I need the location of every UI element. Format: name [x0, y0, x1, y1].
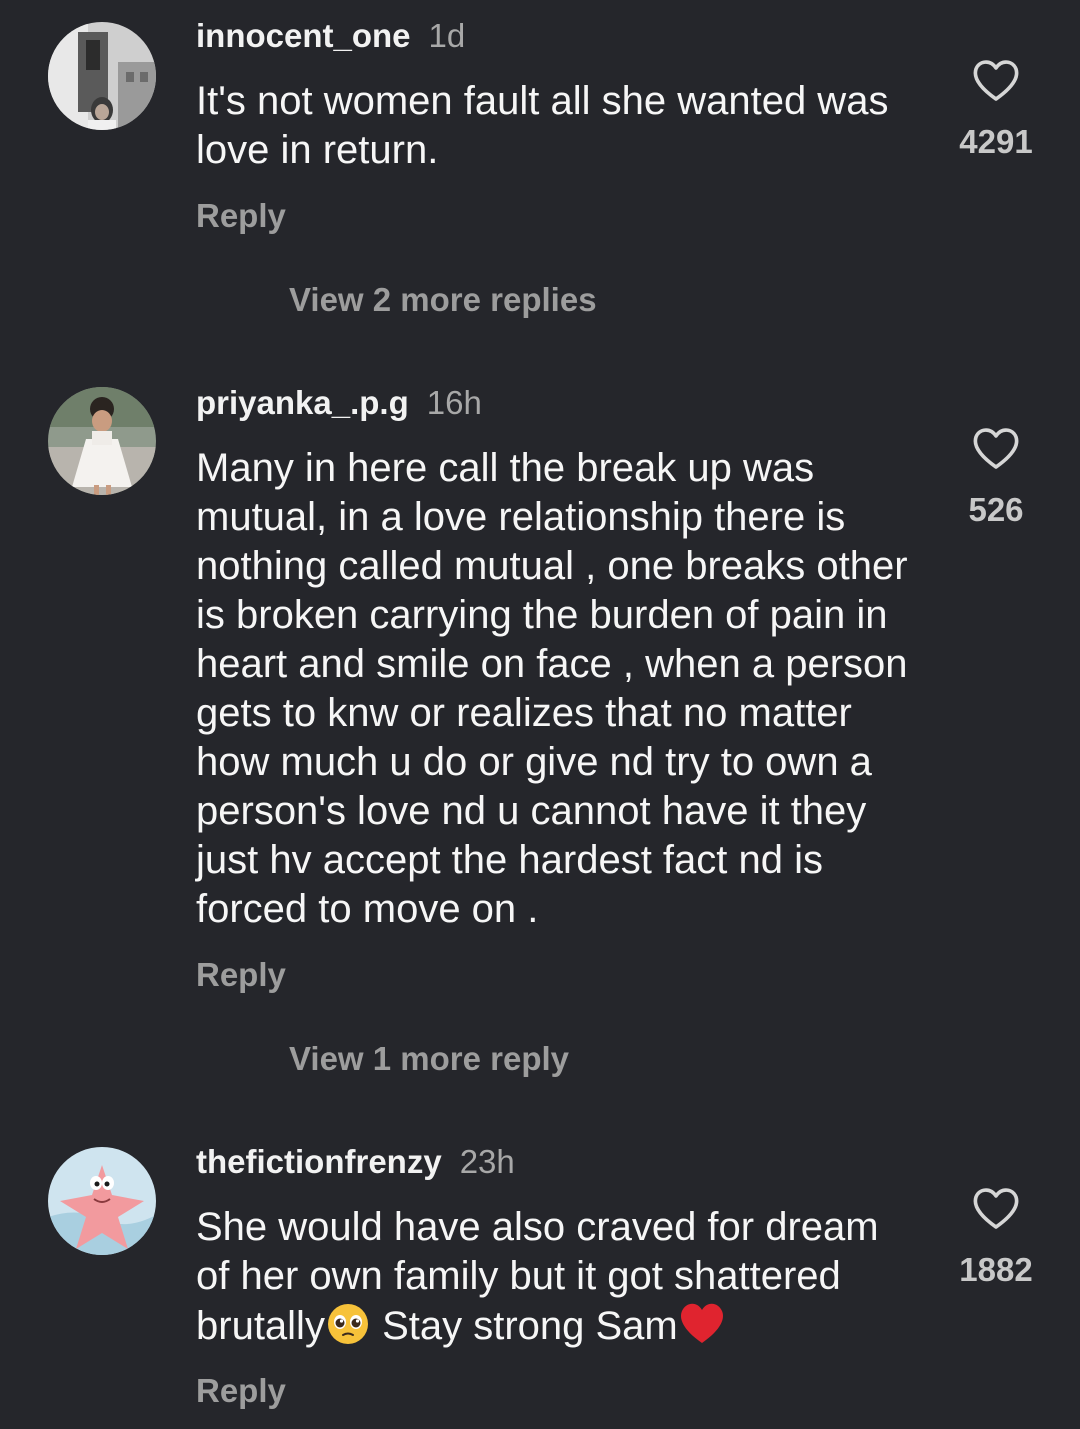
heart-outline-icon[interactable] [972, 426, 1020, 470]
timestamp: 23h [459, 1143, 515, 1180]
username[interactable]: priyanka_.p.g [196, 384, 409, 421]
like-count: 1882 [959, 1251, 1033, 1288]
timestamp: 16h [426, 384, 482, 421]
timestamp: 1d [428, 17, 466, 54]
heart-outline-icon[interactable] [972, 58, 1020, 102]
like-group: 526 [941, 426, 1051, 530]
view-more-replies-button[interactable]: View 2 more replies [289, 280, 597, 320]
comment-text-part: Stay strong Sam [370, 1304, 678, 1348]
view-more-replies-button[interactable]: View 1 more reply [289, 1039, 569, 1079]
like-group: 4291 [941, 58, 1051, 162]
heart-outline-icon[interactable] [972, 1186, 1020, 1230]
reply-button[interactable]: Reply [196, 955, 286, 995]
pleading-face-emoji-icon [325, 1301, 371, 1357]
like-group: 1882 [941, 1186, 1051, 1290]
woman-portrait-avatar-icon [48, 22, 156, 130]
comment-meta: thefictionfrenzy 23h [196, 1142, 515, 1182]
avatar[interactable] [48, 387, 156, 495]
username[interactable]: innocent_one [196, 17, 411, 54]
like-count: 4291 [959, 123, 1033, 160]
avatar[interactable] [48, 1147, 156, 1255]
reply-button[interactable]: Reply [196, 1371, 286, 1411]
username[interactable]: thefictionfrenzy [196, 1143, 442, 1180]
comment-text: Many in here call the break up was mutua… [196, 446, 908, 931]
patrick-star-avatar-icon [48, 1147, 156, 1255]
reply-button[interactable]: Reply [196, 196, 286, 236]
avatar[interactable] [48, 22, 156, 130]
child-in-white-dress-avatar-icon [48, 387, 156, 495]
comment-meta: innocent_one 1d [196, 16, 465, 56]
like-count: 526 [968, 491, 1024, 528]
comment-text: She would have also craved for dream of … [196, 1203, 916, 1357]
red-heart-emoji-icon [678, 1301, 726, 1357]
comment-meta: priyanka_.p.g 16h [196, 383, 482, 423]
comment-text: It's not women fault all she wanted was … [196, 79, 889, 172]
